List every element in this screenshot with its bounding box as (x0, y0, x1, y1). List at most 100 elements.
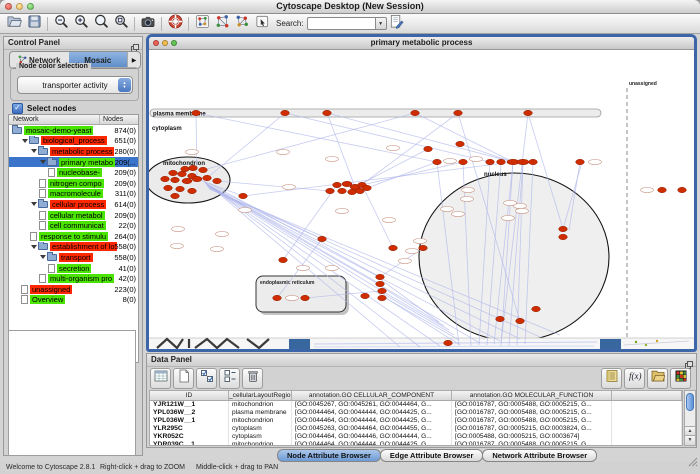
graph-node[interactable] (459, 159, 468, 164)
formula-builder-button[interactable]: f(x) (624, 368, 645, 389)
close-window-icon[interactable] (5, 3, 12, 10)
graph-node[interactable] (361, 293, 370, 298)
expand-arrow-icon[interactable] (40, 255, 46, 259)
tab-edge-attribute-browser[interactable]: Edge Attribute Browser (380, 449, 483, 462)
graph-node[interactable] (192, 176, 202, 181)
graph-node[interactable] (239, 193, 248, 198)
tree-row[interactable]: multi-organism pro42(0) (9, 273, 138, 284)
graph-node[interactable] (678, 187, 687, 192)
frame-minimize-icon[interactable] (162, 40, 168, 46)
graph-node[interactable] (419, 245, 428, 250)
graph-node[interactable] (333, 182, 342, 187)
save-session-button[interactable] (24, 15, 44, 33)
tree-row[interactable]: Overview8(0) (9, 295, 138, 306)
scroll-down-icon[interactable]: ▼ (685, 435, 695, 445)
graph-node[interactable] (176, 186, 185, 191)
table-row[interactable]: YPL036W__2plasma membrane[GO:0044464, GO… (150, 409, 682, 417)
select-nodes-checkbox[interactable]: ✓ (12, 103, 23, 114)
table-row[interactable]: YJR121W__1mitochondrion[GO:0045267, GO:0… (150, 401, 682, 409)
graph-label-oval[interactable] (399, 258, 412, 263)
expand-arrow-icon[interactable] (31, 245, 37, 249)
graph-label-oval[interactable] (516, 208, 529, 213)
table-column-header[interactable]: annotation.GO CELLULAR_COMPONENT (292, 391, 452, 400)
graph-node[interactable] (454, 110, 463, 115)
expand-arrow-icon[interactable] (31, 202, 37, 206)
import-attributes-button[interactable] (647, 368, 668, 389)
tab-node-attribute-browser[interactable]: Node Attribute Browser (277, 449, 381, 462)
graph-node[interactable] (188, 188, 197, 193)
table-row[interactable]: YDR039C__1mitochondrion[GO:0044464, GO:0… (150, 441, 682, 446)
graph-node[interactable] (169, 170, 178, 175)
graph-label-oval[interactable] (297, 265, 310, 270)
expand-arrow-icon[interactable] (31, 149, 37, 153)
frame-zoom-icon[interactable] (171, 40, 177, 46)
graph-label-oval[interactable] (383, 217, 396, 222)
create-attribute-button[interactable] (173, 368, 194, 389)
graph-label-oval[interactable] (286, 295, 299, 300)
table-column-header[interactable] (612, 391, 682, 400)
graph-node[interactable] (411, 110, 420, 115)
graph-node[interactable] (658, 187, 667, 192)
tree-row[interactable]: metabolic process280(0) (9, 146, 138, 157)
zoom-out-button[interactable] (51, 15, 71, 33)
graph-node[interactable] (378, 288, 387, 293)
graph-node[interactable] (171, 193, 180, 198)
graph-node[interactable] (279, 257, 288, 262)
expand-arrow-icon[interactable] (40, 160, 46, 164)
import-network-button[interactable] (212, 15, 232, 33)
screenshot-button[interactable] (138, 15, 158, 33)
graph-node[interactable] (559, 226, 568, 231)
apply-style-button[interactable] (232, 15, 252, 33)
graph-node[interactable] (199, 167, 208, 172)
tree-row[interactable]: biological_process651(0) (9, 136, 138, 147)
tab-network-attribute-browser[interactable]: Network Attribute Browser (482, 449, 597, 462)
network-tree-header[interactable]: Network Nodes (9, 115, 138, 125)
attribute-report-button[interactable] (601, 368, 622, 389)
graph-node[interactable] (348, 189, 357, 194)
graph-node[interactable] (517, 159, 529, 164)
graph-node[interactable] (424, 146, 433, 151)
graph-label-oval[interactable] (171, 243, 184, 248)
zoom-window-icon[interactable] (27, 3, 34, 10)
create-network-view-button[interactable] (192, 15, 212, 33)
graph-label-oval[interactable] (283, 184, 296, 189)
table-column-header[interactable]: annotation.GO MOLECULAR_FUNCTION (452, 391, 612, 400)
table-row[interactable]: YPL036W__1mitochondrion[GO:0044464, GO:0… (150, 417, 682, 425)
graph-label-oval[interactable] (216, 231, 229, 236)
minimize-window-icon[interactable] (16, 3, 23, 10)
search-dropdown-icon[interactable]: ▼ (375, 17, 387, 30)
graph-node[interactable] (273, 295, 282, 300)
table-row[interactable]: YLR295Ccytoplasm[GO:0045263, GO:0044464,… (150, 425, 682, 433)
tree-row[interactable]: establishment of lo558(0) (9, 242, 138, 253)
tree-row[interactable]: transport558(0) (9, 252, 138, 263)
graph-node[interactable] (433, 159, 442, 164)
graph-node[interactable] (171, 177, 180, 182)
float-panel-icon[interactable] (685, 356, 693, 364)
graph-label-oval[interactable] (641, 187, 654, 192)
graph-label-oval[interactable] (326, 265, 339, 270)
graph-node[interactable] (178, 171, 187, 176)
graph-label-oval[interactable] (504, 200, 517, 205)
network-view-titlebar[interactable]: primary metabolic process (149, 37, 694, 50)
scrollbar-thumb[interactable] (686, 393, 694, 411)
graph-label-oval[interactable] (387, 145, 400, 150)
graph-node[interactable] (529, 159, 538, 164)
graph-node[interactable] (326, 188, 335, 193)
heatmap-button[interactable] (670, 368, 691, 389)
float-panel-icon[interactable] (131, 39, 139, 47)
graph-node[interactable] (559, 234, 568, 239)
node-color-dropdown[interactable]: transporter activity ▲▼ (17, 76, 133, 94)
graph-node[interactable] (323, 110, 332, 115)
graph-node[interactable] (389, 245, 398, 250)
frame-close-icon[interactable] (153, 40, 159, 46)
delete-attribute-button[interactable] (242, 368, 263, 389)
graph-label-oval[interactable] (461, 196, 474, 201)
graph-node[interactable] (181, 166, 190, 171)
resize-grip[interactable] (688, 454, 698, 472)
graph-label-oval[interactable] (336, 208, 349, 213)
zoom-fit-button[interactable] (111, 15, 131, 33)
table-scrollbar[interactable]: ▲ ▼ (684, 390, 696, 446)
tree-row[interactable]: unassigned223(0) (9, 284, 138, 295)
open-session-button[interactable] (4, 15, 24, 33)
graph-node[interactable] (338, 188, 347, 193)
